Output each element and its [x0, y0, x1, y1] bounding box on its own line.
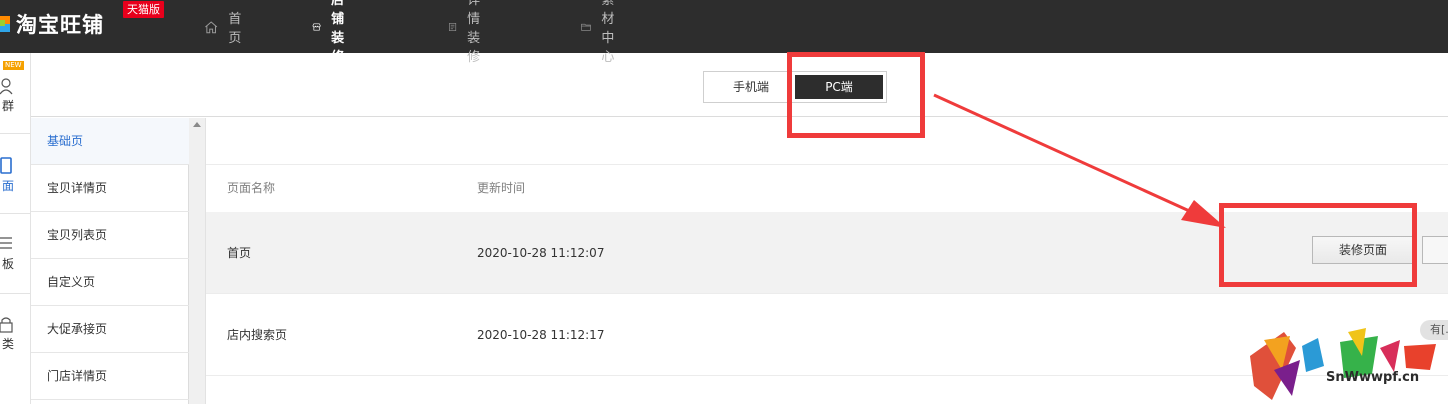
watermark: SnWwwpf.cn — [1244, 326, 1448, 404]
annotation-arrow-icon — [933, 93, 1226, 228]
watermark-url: SnWwwpf.cn — [1326, 370, 1420, 385]
watermark-logo-icon — [1250, 328, 1436, 400]
